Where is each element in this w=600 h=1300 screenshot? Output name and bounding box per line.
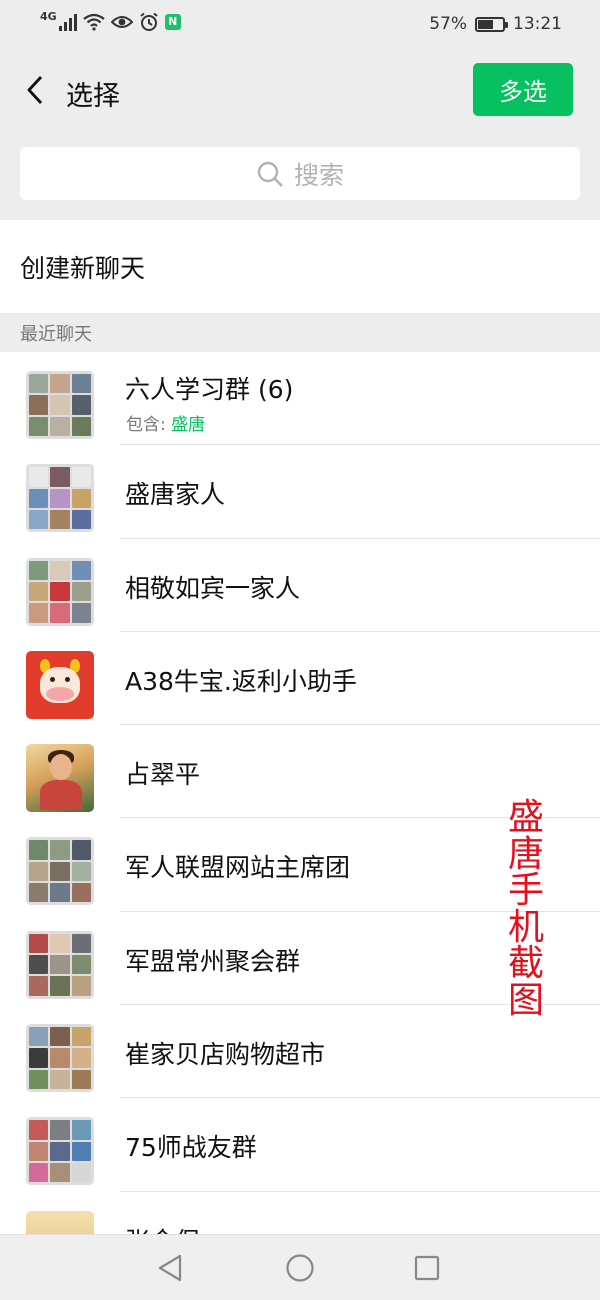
list-item[interactable]: 相敬如宾一家人 <box>0 539 600 633</box>
recent-chat-list: 六人学习群 (6) 包含: 盛唐 盛唐家人 相敬如宾一家人 A38牛宝.返利小助… <box>0 352 600 1234</box>
chat-name: 占翠平 <box>125 760 201 790</box>
group-avatar <box>26 837 94 906</box>
photo-avatar <box>26 1210 94 1234</box>
clock: 13:21 <box>513 14 562 34</box>
photo-avatar <box>26 744 94 813</box>
multi-select-button[interactable]: 多选 <box>473 63 573 116</box>
status-bar: 4G N 57% 13:21 <box>0 0 600 50</box>
chat-name: A38牛宝.返利小助手 <box>125 666 357 696</box>
watermark-char: 唐 <box>507 833 544 875</box>
chat-name: 六人学习群 (6) <box>125 375 294 404</box>
watermark-char: 机 <box>507 906 544 948</box>
network-type: 4G <box>40 9 57 23</box>
search-bar[interactable]: 搜索 <box>20 147 580 200</box>
battery-percent: 57% <box>429 14 467 34</box>
list-item[interactable]: 75师战友群 <box>0 1098 600 1192</box>
group-avatar <box>26 371 94 439</box>
list-item[interactable]: A38牛宝.返利小助手 <box>0 632 600 726</box>
list-item[interactable]: 张金保 <box>0 1192 600 1234</box>
search-icon <box>257 161 283 187</box>
top-bar: 选择 多选 <box>0 50 600 132</box>
group-avatar <box>26 557 94 626</box>
group-avatar <box>26 464 94 533</box>
page-title: 选择 <box>66 81 120 112</box>
list-item[interactable]: 盛唐家人 <box>0 445 600 539</box>
status-right: 57% 13:21 <box>429 14 562 34</box>
group-avatar <box>26 1117 94 1186</box>
chat-name: 相敬如宾一家人 <box>125 573 301 603</box>
chat-subtitle: 包含: 盛唐 <box>126 410 205 435</box>
search-placeholder: 搜索 <box>293 160 344 190</box>
chat-name: 军人联盟网站主席团 <box>125 853 351 883</box>
system-nav-bar <box>0 1234 600 1300</box>
group-avatar <box>26 930 94 999</box>
back-nav-icon[interactable] <box>153 1251 187 1285</box>
watermark-char: 手 <box>507 870 544 911</box>
chat-name: 张金保 <box>125 1222 200 1234</box>
battery-icon <box>475 16 508 32</box>
group-avatar <box>26 1024 94 1093</box>
chat-name: 盛唐家人 <box>125 480 226 510</box>
list-item[interactable]: 六人学习群 (6) 包含: 盛唐 <box>0 352 600 446</box>
watermark-char: 截 <box>507 943 544 984</box>
section-label-recent: 最近聊天 <box>0 314 600 352</box>
wifi-icon <box>83 13 105 31</box>
battery-fill <box>478 19 493 29</box>
status-left: 4G N <box>40 9 181 32</box>
alarm-icon <box>140 12 158 31</box>
back-arrow-icon[interactable] <box>18 72 52 108</box>
chat-name: 75师战友群 <box>125 1133 257 1163</box>
watermark-text: 盛 唐 手 机 截 图 <box>504 797 548 1021</box>
home-nav-icon[interactable] <box>283 1251 317 1285</box>
create-new-chat[interactable]: 创建新聊天 <box>0 220 600 313</box>
chat-name: 崔家贝店购物超市 <box>125 1040 326 1070</box>
subtitle-highlight: 盛唐 <box>171 415 206 435</box>
recents-nav-icon[interactable] <box>410 1251 444 1285</box>
chat-name: 军盟常州聚会群 <box>125 946 301 976</box>
app-badge-icon: N <box>164 14 181 30</box>
watermark-char: 图 <box>507 979 544 1021</box>
cow-avatar <box>26 650 94 719</box>
eye-icon <box>110 16 133 28</box>
watermark-char: 盛 <box>507 797 544 838</box>
subtitle-prefix: 包含: <box>126 415 172 435</box>
signal-icon <box>58 13 77 31</box>
